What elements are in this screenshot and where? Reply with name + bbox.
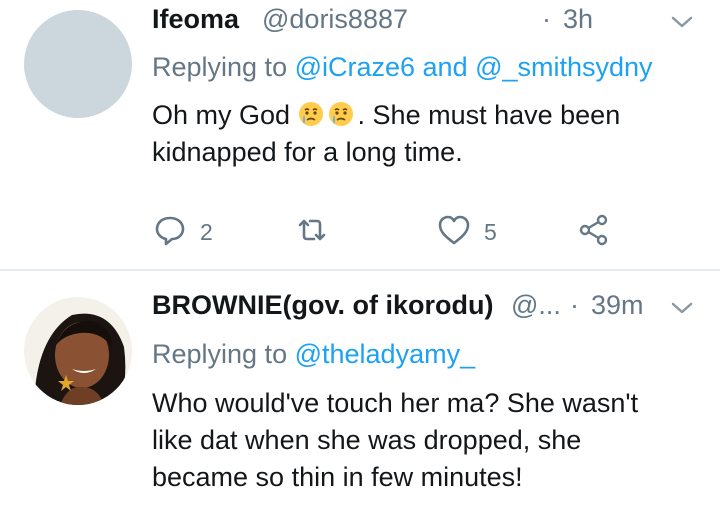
user-handle[interactable]: @doris8887 (262, 4, 408, 35)
display-name[interactable]: Ifeoma (152, 4, 239, 35)
avatar[interactable] (24, 297, 132, 405)
tweet-text: Oh my God . She must have been kidnapped… (152, 97, 680, 171)
replying-to-mentions[interactable]: @iCraze6 and @_smithsydny (295, 52, 653, 82)
replying-to-mentions[interactable]: @theladyamy_ (295, 339, 476, 369)
reply-button[interactable]: 2 (152, 212, 213, 252)
replying-to-line: Replying to @iCraze6 and @_smithsydny (152, 52, 653, 83)
action-bar: 2 5 (152, 212, 672, 252)
like-count: 5 (484, 218, 497, 245)
like-button[interactable]: 5 (436, 212, 497, 252)
crying-face-emoji (298, 101, 324, 129)
share-button[interactable] (576, 212, 612, 252)
like-icon (436, 212, 472, 253)
replying-to-line: Replying to @theladyamy_ (152, 339, 475, 370)
replying-to-label: Replying to (152, 52, 295, 82)
avatar[interactable] (24, 10, 132, 118)
tweet-text: Who would've touch her ma? She wasn't li… (152, 388, 639, 492)
separator-dot: · (570, 290, 579, 320)
retweet-icon (294, 212, 330, 253)
crying-face-emoji (328, 101, 354, 129)
chevron-down-icon[interactable] (668, 298, 696, 318)
timestamp[interactable]: 39m (591, 290, 644, 321)
timestamp[interactable]: 3h (563, 4, 593, 35)
replying-to-label: Replying to (152, 339, 295, 369)
user-handle[interactable]: @... (511, 290, 561, 321)
reply-icon (152, 212, 188, 253)
tweet-header: Ifeoma @doris8887 · 3h (152, 2, 696, 42)
share-icon (576, 212, 612, 253)
separator-dot: · (542, 4, 551, 34)
chevron-down-icon[interactable] (668, 12, 696, 32)
tweet[interactable]: BROWNIE(gov. of ikorodu) @... · 39m Repl… (0, 271, 720, 520)
reply-count: 2 (200, 218, 213, 245)
tweet-text-start: Oh my God (152, 100, 298, 130)
tweet-header: BROWNIE(gov. of ikorodu) @... · 39m (152, 288, 696, 328)
tweet[interactable]: Ifeoma @doris8887 · 3h Replying to @iCra… (0, 0, 720, 270)
retweet-button[interactable] (294, 212, 342, 252)
display-name[interactable]: BROWNIE(gov. of ikorodu) (152, 290, 493, 321)
